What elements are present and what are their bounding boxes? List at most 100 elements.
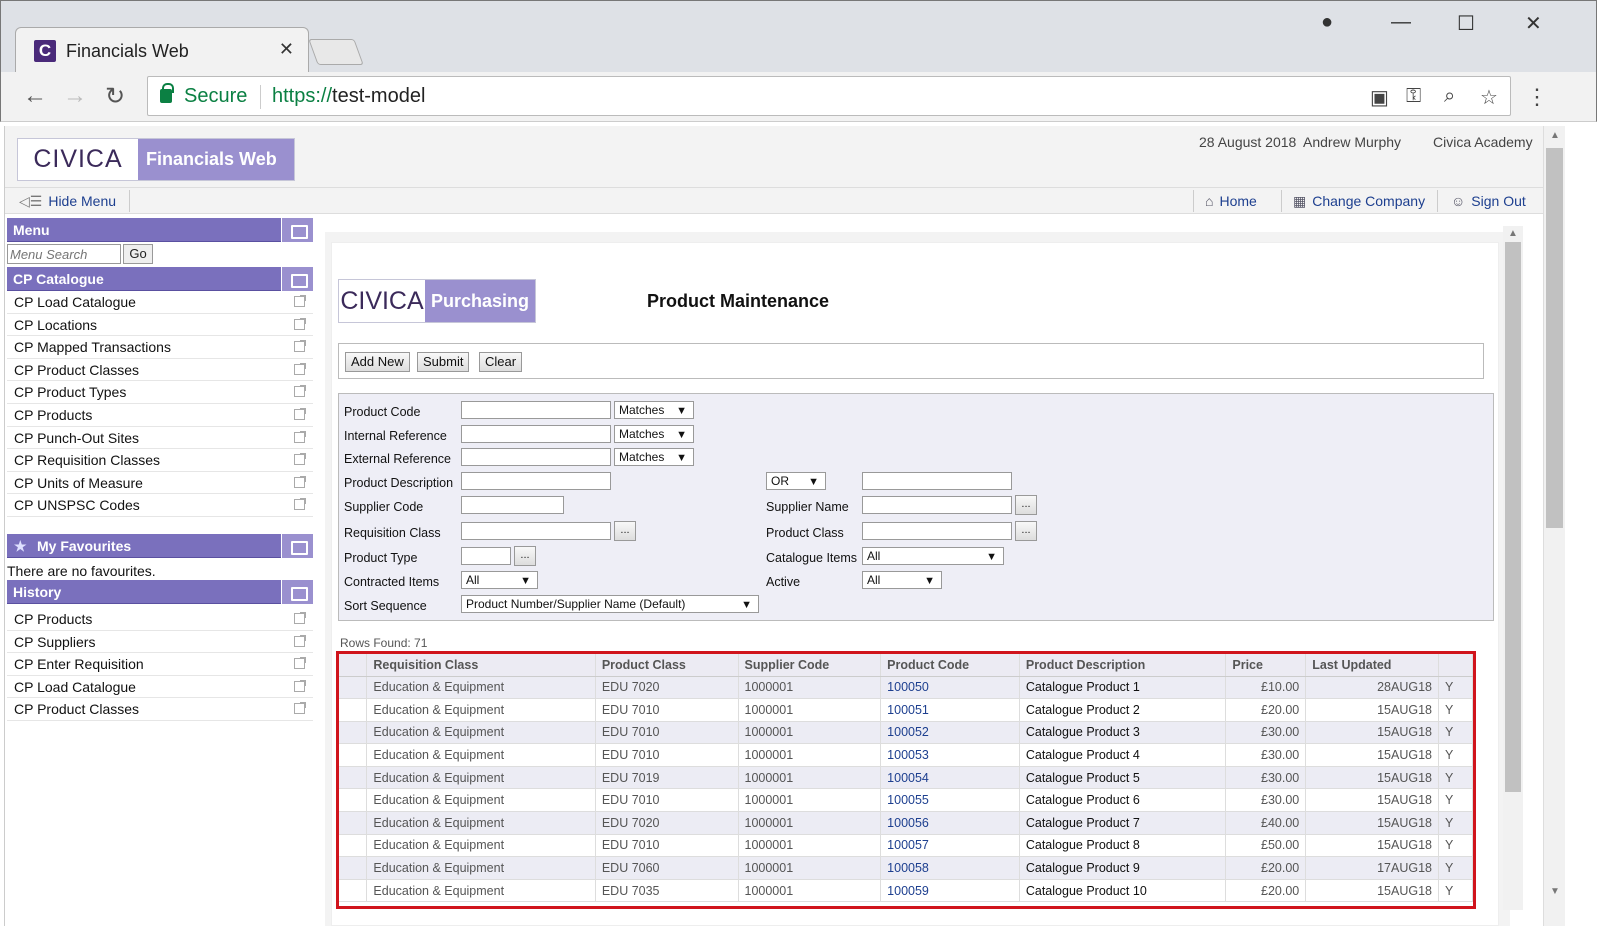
reload-icon[interactable]: ↻ [105, 82, 125, 111]
sidebar-item[interactable]: CP Mapped Transactions [7, 336, 313, 359]
home-link[interactable]: ⌂ Home [1205, 193, 1257, 209]
open-external-icon[interactable] [294, 295, 306, 307]
open-external-icon[interactable] [294, 340, 306, 353]
active-select[interactable]: All ▼ [862, 571, 942, 589]
scroll-up-icon[interactable]: ▲ [1508, 228, 1518, 239]
column-header[interactable]: Product Code [880, 654, 1020, 677]
content-scrollbar[interactable]: ▲ [1503, 226, 1523, 910]
history-item[interactable]: CP Load Catalogue [7, 676, 313, 699]
scroll-up-icon[interactable]: ▲ [1550, 130, 1560, 141]
sidebar-item[interactable]: CP Units of Measure [7, 472, 313, 495]
tab-close-icon[interactable]: ✕ [279, 39, 294, 60]
open-external-icon[interactable] [294, 679, 306, 692]
row-selector-cell[interactable] [339, 856, 368, 880]
column-header[interactable]: Requisition Class [366, 654, 596, 677]
internal-reference-match-select[interactable]: Matches ▼ [614, 425, 694, 443]
submit-button[interactable]: Submit [417, 352, 470, 372]
product-description-input-2[interactable] [862, 472, 1012, 490]
panel-toggle-icon[interactable] [281, 267, 313, 291]
panel-toggle-icon[interactable] [281, 218, 313, 242]
address-bar[interactable]: Secure https://test-model ▣ ⚿ ⌕ ☆ [147, 76, 1511, 116]
table-row[interactable]: Education & Equipment EDU 7010 1000001 1000… [339, 788, 1473, 813]
open-external-icon[interactable] [294, 362, 306, 375]
row-selector-cell[interactable] [339, 811, 368, 835]
scroll-thumb[interactable] [1505, 242, 1521, 792]
column-header[interactable] [1438, 654, 1473, 677]
open-external-icon[interactable] [294, 657, 306, 670]
requisition-class-lookup-button[interactable]: ... [614, 521, 636, 541]
open-external-icon[interactable] [294, 407, 306, 420]
open-external-icon[interactable] [294, 317, 306, 330]
sidebar-item[interactable]: CP Products [7, 404, 313, 427]
table-row[interactable]: Education & Equipment EDU 7020 1000001 1000… [339, 676, 1473, 700]
product-code-link[interactable]: 100059 [880, 879, 1020, 903]
open-external-icon[interactable] [294, 611, 306, 624]
product-code-link[interactable]: 100050 [880, 676, 1020, 700]
product-code-link[interactable]: 100055 [880, 788, 1020, 813]
history-item[interactable]: CP Products [7, 608, 313, 631]
row-selector-cell[interactable] [339, 766, 368, 790]
url-text[interactable]: https://test-model [272, 85, 425, 108]
table-row[interactable]: Education & Equipment EDU 7035 1000001 1000… [339, 879, 1473, 903]
scroll-down-icon[interactable]: ▼ [1550, 886, 1560, 897]
supplier-code-input[interactable] [461, 496, 564, 514]
sidebar-item[interactable]: CP Locations [7, 314, 313, 337]
open-external-icon[interactable] [294, 702, 306, 715]
external-reference-input[interactable] [461, 448, 611, 466]
menu-icon[interactable]: ⋮ [1526, 84, 1548, 110]
contracted-items-select[interactable]: All ▼ [461, 571, 538, 589]
zoom-icon[interactable]: ⌕ [1444, 85, 1455, 108]
scroll-thumb[interactable] [1546, 148, 1563, 528]
table-row[interactable]: Education & Equipment EDU 7060 1000001 1000… [339, 856, 1473, 880]
row-selector-cell[interactable] [339, 698, 368, 722]
favourites-panel-header[interactable]: ★ My Favourites [7, 533, 313, 558]
column-header[interactable]: Supplier Code [738, 654, 882, 677]
product-code-input[interactable] [461, 401, 611, 419]
sidebar-item[interactable]: CP Punch-Out Sites [7, 427, 313, 450]
history-item[interactable]: CP Product Classes [7, 698, 313, 721]
open-external-icon[interactable] [294, 475, 306, 488]
product-class-lookup-button[interactable]: ... [1015, 521, 1037, 541]
row-selector-cell[interactable] [339, 788, 368, 813]
maximize-icon[interactable]: ☐ [1457, 11, 1475, 36]
menu-search-input[interactable] [7, 244, 121, 264]
requisition-class-input[interactable] [461, 522, 611, 540]
open-external-icon[interactable] [294, 634, 306, 647]
row-selector-cell[interactable] [339, 834, 368, 858]
profile-icon[interactable]: ● [1321, 11, 1333, 34]
product-code-link[interactable]: 100054 [880, 766, 1020, 790]
history-item[interactable]: CP Suppliers [7, 631, 313, 654]
browser-tab[interactable]: C Financials Web ✕ [15, 27, 309, 73]
forward-icon[interactable]: → [63, 82, 87, 110]
go-button[interactable]: Go [123, 244, 153, 264]
panel-toggle-icon[interactable] [281, 533, 313, 558]
product-description-input[interactable] [461, 472, 611, 490]
product-code-link[interactable]: 100053 [880, 743, 1020, 767]
page-scrollbar[interactable]: ▲ ▼ [1543, 126, 1565, 926]
column-header[interactable]: Price [1225, 654, 1307, 677]
product-code-link[interactable]: 100057 [880, 834, 1020, 858]
open-external-icon[interactable] [294, 385, 306, 398]
column-header[interactable]: Last Updated [1305, 654, 1440, 677]
column-header[interactable]: Product Class [595, 654, 739, 677]
history-item[interactable]: CP Enter Requisition [7, 653, 313, 676]
star-icon[interactable]: ☆ [1480, 85, 1498, 110]
product-code-link[interactable]: 100058 [880, 856, 1020, 880]
table-row[interactable]: Education & Equipment EDU 7010 1000001 1000… [339, 743, 1473, 767]
back-icon[interactable]: ← [23, 82, 47, 110]
table-row[interactable]: Education & Equipment EDU 7010 1000001 1000… [339, 698, 1473, 722]
supplier-name-lookup-button[interactable]: ... [1015, 495, 1037, 515]
product-code-link[interactable]: 100052 [880, 721, 1020, 745]
catalogue-panel-header[interactable]: CP Catalogue [7, 267, 313, 291]
product-code-link[interactable]: 100056 [880, 811, 1020, 835]
product-type-input[interactable] [461, 547, 511, 565]
sidebar-item[interactable]: CP Product Classes [7, 359, 313, 382]
sidebar-item[interactable]: CP UNSPSC Codes [7, 494, 313, 517]
new-tab-button[interactable] [308, 39, 364, 65]
table-row[interactable]: Education & Equipment EDU 7019 1000001 1000… [339, 766, 1473, 790]
minimize-icon[interactable]: — [1391, 11, 1411, 34]
table-row[interactable]: Education & Equipment EDU 7010 1000001 1000… [339, 834, 1473, 858]
hide-menu-button[interactable]: ◁☰ Hide Menu [19, 193, 116, 210]
row-selector-cell[interactable] [339, 743, 368, 767]
product-class-input[interactable] [862, 522, 1012, 540]
